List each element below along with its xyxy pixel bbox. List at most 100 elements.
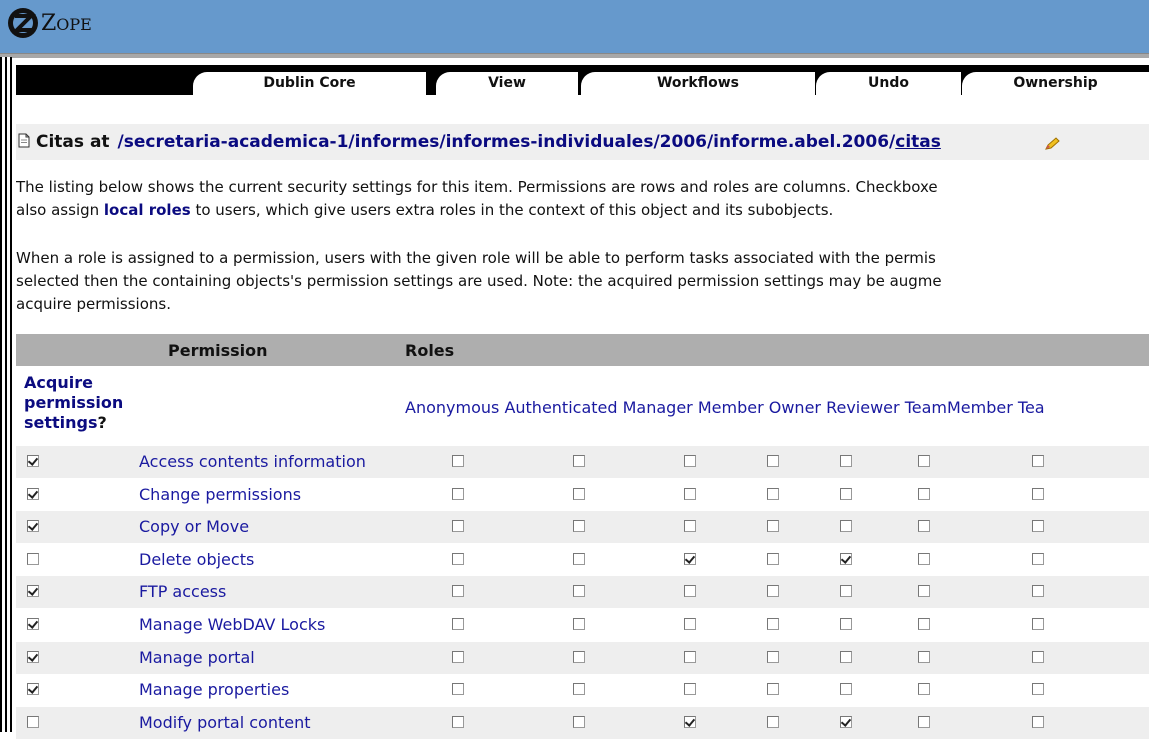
acquire-checkbox[interactable] (27, 585, 39, 597)
role-permission-checkbox[interactable] (573, 585, 585, 597)
role-permission-checkbox[interactable] (767, 651, 779, 663)
role-permission-checkbox[interactable] (573, 488, 585, 500)
local-roles-link[interactable]: local roles (104, 201, 191, 219)
role-permission-checkbox[interactable] (1032, 618, 1044, 630)
acquire-checkbox[interactable] (27, 455, 39, 467)
permission-name-link[interactable]: Modify portal content (139, 713, 311, 732)
role-permission-checkbox[interactable] (918, 618, 930, 630)
role-permission-checkbox[interactable] (1032, 683, 1044, 695)
role-permission-checkbox[interactable] (840, 455, 852, 467)
role-manager[interactable]: Manager (623, 398, 693, 417)
role-permission-checkbox[interactable] (684, 716, 696, 728)
role-permission-checkbox[interactable] (840, 651, 852, 663)
role-permission-checkbox[interactable] (767, 683, 779, 695)
role-permission-checkbox[interactable] (767, 585, 779, 597)
acquire-checkbox[interactable] (27, 488, 39, 500)
acquire-checkbox[interactable] (27, 651, 39, 663)
acquire-checkbox[interactable] (27, 618, 39, 630)
role-permission-checkbox[interactable] (1032, 488, 1044, 500)
role-permission-checkbox[interactable] (684, 651, 696, 663)
role-permission-checkbox[interactable] (452, 683, 464, 695)
permission-name-link[interactable]: Change permissions (139, 485, 301, 504)
role-permission-checkbox[interactable] (1032, 520, 1044, 532)
tab-workflows[interactable]: Workflows (581, 72, 815, 95)
acquire-checkbox[interactable] (27, 520, 39, 532)
role-permission-checkbox[interactable] (684, 618, 696, 630)
role-permission-checkbox[interactable] (452, 520, 464, 532)
role-permission-checkbox[interactable] (1032, 651, 1044, 663)
role-permission-checkbox[interactable] (452, 618, 464, 630)
role-permission-checkbox[interactable] (918, 585, 930, 597)
role-teammember[interactable]: TeamMember (905, 398, 1013, 417)
tab-view[interactable]: View (436, 72, 578, 95)
role-permission-checkbox[interactable] (684, 520, 696, 532)
breadcrumb-current[interactable]: citas (895, 132, 941, 152)
role-permission-checkbox[interactable] (840, 585, 852, 597)
role-permission-checkbox[interactable] (767, 618, 779, 630)
role-permission-checkbox[interactable] (1032, 585, 1044, 597)
role-member[interactable]: Member (698, 398, 764, 417)
role-reviewer[interactable]: Reviewer (826, 398, 900, 417)
role-permission-checkbox[interactable] (452, 716, 464, 728)
role-permission-checkbox[interactable] (918, 553, 930, 565)
role-permission-checkbox[interactable] (573, 651, 585, 663)
permission-name-link[interactable]: Manage portal (139, 648, 255, 667)
role-permission-checkbox[interactable] (918, 520, 930, 532)
role-permission-checkbox[interactable] (840, 683, 852, 695)
role-permission-checkbox[interactable] (767, 520, 779, 532)
tab-undo[interactable]: Undo (816, 72, 961, 95)
role-permission-checkbox[interactable] (452, 488, 464, 500)
role-permission-checkbox[interactable] (452, 455, 464, 467)
role-permission-checkbox[interactable] (918, 683, 930, 695)
role-permission-checkbox[interactable] (573, 683, 585, 695)
role-permission-checkbox[interactable] (918, 488, 930, 500)
role-permission-checkbox[interactable] (573, 716, 585, 728)
role-permission-checkbox[interactable] (767, 455, 779, 467)
role-permission-checkbox[interactable] (684, 553, 696, 565)
role-permission-checkbox[interactable] (840, 716, 852, 728)
acquire-checkbox[interactable] (27, 716, 39, 728)
role-permission-checkbox[interactable] (840, 520, 852, 532)
role-permission-checkbox[interactable] (573, 618, 585, 630)
role-permission-checkbox[interactable] (684, 585, 696, 597)
role-permission-checkbox[interactable] (684, 455, 696, 467)
role-permission-checkbox[interactable] (840, 553, 852, 565)
tab-ownership[interactable]: Ownership (962, 72, 1149, 95)
role-permission-checkbox[interactable] (684, 683, 696, 695)
role-permission-checkbox[interactable] (452, 553, 464, 565)
role-permission-checkbox[interactable] (767, 716, 779, 728)
role-permission-checkbox[interactable] (918, 455, 930, 467)
frame-border[interactable] (0, 57, 12, 732)
role-permission-checkbox[interactable] (1032, 455, 1044, 467)
pencil-icon[interactable] (1044, 137, 1060, 151)
permission-name-link[interactable]: FTP access (139, 582, 226, 601)
role-permission-checkbox[interactable] (1032, 716, 1044, 728)
acquire-checkbox[interactable] (27, 683, 39, 695)
role-permission-checkbox[interactable] (573, 553, 585, 565)
role-authenticated[interactable]: Authenticated (504, 398, 617, 417)
acquire-permission-settings-link[interactable]: Acquire permission settings? (24, 373, 123, 433)
permission-name-link[interactable]: Manage properties (139, 680, 289, 699)
permission-name-link[interactable]: Access contents information (139, 452, 366, 471)
role-permission-checkbox[interactable] (1032, 553, 1044, 565)
role-permission-checkbox[interactable] (452, 651, 464, 663)
role-permission-checkbox[interactable] (573, 520, 585, 532)
permission-name-link[interactable]: Manage WebDAV Locks (139, 615, 325, 634)
role-owner[interactable]: Owner (769, 398, 821, 417)
role-permission-checkbox[interactable] (918, 716, 930, 728)
role-permission-checkbox[interactable] (573, 455, 585, 467)
role-permission-checkbox[interactable] (452, 585, 464, 597)
acquire-checkbox[interactable] (27, 553, 39, 565)
role-truncated[interactable]: Tea (1018, 398, 1045, 417)
role-permission-checkbox[interactable] (840, 488, 852, 500)
tab-dublin-core[interactable]: Dublin Core (193, 72, 426, 95)
role-permission-checkbox[interactable] (840, 618, 852, 630)
role-permission-checkbox[interactable] (918, 651, 930, 663)
permission-name-link[interactable]: Delete objects (139, 550, 254, 569)
breadcrumb-path[interactable]: /secretaria-academica-1/informes/informe… (118, 132, 896, 152)
zope-logo[interactable]: ZOPE (6, 6, 92, 40)
role-permission-checkbox[interactable] (684, 488, 696, 500)
role-permission-checkbox[interactable] (767, 488, 779, 500)
role-anonymous[interactable]: Anonymous (405, 398, 499, 417)
permission-name-link[interactable]: Copy or Move (139, 517, 249, 536)
